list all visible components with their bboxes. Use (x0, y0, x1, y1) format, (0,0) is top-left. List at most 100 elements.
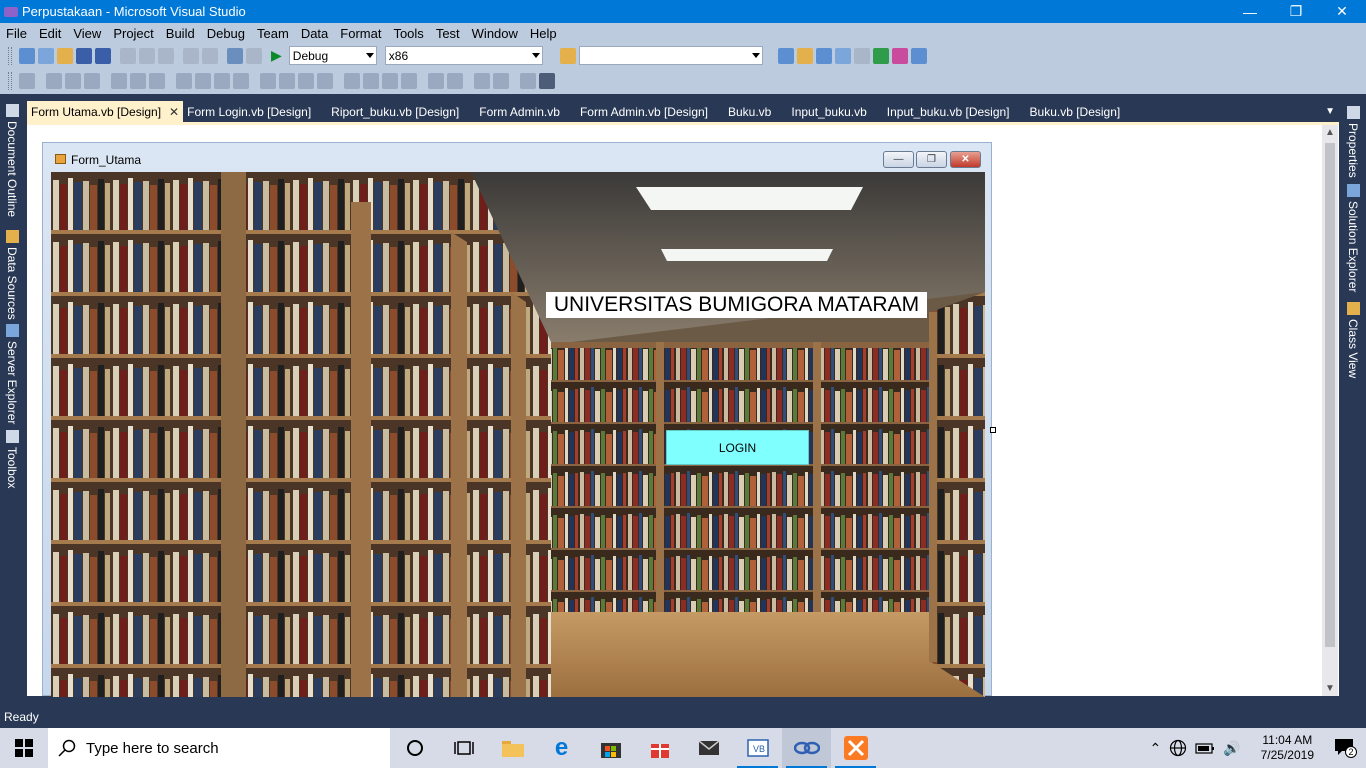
remove-horizontal-spacing-icon[interactable] (317, 73, 333, 89)
properties-tab[interactable]: Properties (1344, 106, 1362, 178)
add-item-icon[interactable] (38, 47, 54, 64)
new-project-icon[interactable] (19, 47, 35, 64)
menu-format[interactable]: Format (334, 26, 387, 41)
align-tops-icon[interactable] (111, 73, 127, 89)
solution-configuration-select[interactable]: Debug (288, 46, 377, 65)
bring-to-front-icon[interactable] (474, 73, 490, 89)
menu-edit[interactable]: Edit (33, 26, 67, 41)
start-page-icon[interactable] (872, 47, 889, 64)
tab-buku-code[interactable]: Buku.vb (724, 101, 787, 122)
form-minimize-button[interactable]: — (883, 151, 914, 168)
open-file-icon[interactable] (57, 47, 73, 64)
network-globe-icon[interactable] (1169, 739, 1187, 757)
gift-app-button[interactable] (635, 728, 684, 768)
toolbox-tab[interactable]: Toolbox (3, 430, 21, 488)
extension-manager-icon[interactable] (891, 47, 908, 64)
align-centers-icon[interactable] (65, 73, 81, 89)
toolbar-grip[interactable] (8, 72, 12, 90)
start-button[interactable] (0, 728, 48, 768)
login-button[interactable]: LOGIN (666, 430, 809, 465)
tab-overflow-icon[interactable]: ▼ (1325, 106, 1335, 117)
taskbar-clock[interactable]: 11:04 AM 7/25/2019 (1261, 733, 1314, 763)
find-in-files-icon[interactable] (559, 47, 576, 64)
scrollbar-thumb[interactable] (1325, 143, 1335, 647)
paste-icon[interactable] (158, 47, 174, 64)
form-resize-handle[interactable] (990, 427, 996, 433)
remove-vertical-spacing-icon[interactable] (401, 73, 417, 89)
save-all-icon[interactable] (95, 47, 111, 64)
center-horizontally-icon[interactable] (428, 73, 444, 89)
menu-view[interactable]: View (67, 26, 107, 41)
mail-button[interactable] (684, 728, 733, 768)
menu-test[interactable]: Test (430, 26, 466, 41)
find-combo[interactable] (578, 46, 763, 65)
menu-project[interactable]: Project (107, 26, 159, 41)
decrease-vertical-spacing-icon[interactable] (382, 73, 398, 89)
minimize-icon[interactable]: — (1227, 0, 1273, 23)
vertical-spacing-icon[interactable] (344, 73, 360, 89)
form-close-button[interactable]: ✕ (950, 151, 981, 168)
center-vertically-icon[interactable] (447, 73, 463, 89)
copy-icon[interactable] (139, 47, 155, 64)
data-sources-tab[interactable]: Data Sources (3, 230, 21, 320)
file-explorer-button[interactable] (488, 728, 537, 768)
menu-debug[interactable]: Debug (201, 26, 251, 41)
close-icon[interactable]: ✕ (169, 105, 179, 119)
align-middles-icon[interactable] (130, 73, 146, 89)
toolbox-icon[interactable] (834, 47, 851, 64)
class-view-tab[interactable]: Class View (1344, 302, 1362, 378)
lock-controls-icon[interactable] (539, 73, 555, 89)
tab-form-login-design[interactable]: Form Login.vb [Design] (183, 101, 327, 122)
xampp-button[interactable] (831, 728, 880, 768)
close-icon[interactable]: ✕ (1319, 0, 1365, 23)
battery-icon[interactable] (1195, 742, 1215, 754)
menu-team[interactable]: Team (251, 26, 295, 41)
horizontal-spacing-icon[interactable] (260, 73, 276, 89)
tab-buku-design[interactable]: Buku.vb [Design] (1026, 101, 1137, 122)
visual-studio-button[interactable] (782, 728, 831, 768)
undo-icon[interactable] (183, 47, 199, 64)
toolbar-grip[interactable] (8, 46, 12, 65)
form-maximize-button[interactable]: ❐ (916, 151, 947, 168)
tab-input-buku-design[interactable]: Input_buku.vb [Design] (883, 101, 1026, 122)
menu-file[interactable]: File (0, 26, 33, 41)
object-browser-icon[interactable] (815, 47, 832, 64)
tab-form-admin-code[interactable]: Form Admin.vb (475, 101, 576, 122)
action-center-button[interactable]: 2 (1334, 736, 1358, 760)
make-same-size-icon[interactable] (214, 73, 230, 89)
tab-form-admin-design[interactable]: Form Admin.vb [Design] (576, 101, 724, 122)
start-debugging-icon[interactable]: ▶ (271, 47, 282, 64)
make-same-width-icon[interactable] (176, 73, 192, 89)
vb-express-button[interactable]: VB (733, 728, 782, 768)
show-hidden-icons-icon[interactable]: ⌃ (1149, 740, 1161, 757)
menu-build[interactable]: Build (160, 26, 201, 41)
tools-icon[interactable] (853, 47, 870, 64)
edge-button[interactable]: e (537, 728, 586, 768)
tab-order-icon[interactable] (520, 73, 536, 89)
increase-horizontal-spacing-icon[interactable] (279, 73, 295, 89)
volume-icon[interactable]: 🔊 (1223, 740, 1240, 757)
align-to-grid-icon[interactable] (19, 73, 35, 89)
command-window-icon[interactable] (910, 47, 927, 64)
scroll-up-icon[interactable]: ▲ (1322, 127, 1338, 138)
tab-input-buku-code[interactable]: Input_buku.vb (787, 101, 882, 122)
increase-vertical-spacing-icon[interactable] (363, 73, 379, 89)
menu-window[interactable]: Window (466, 26, 524, 41)
align-rights-icon[interactable] (84, 73, 100, 89)
make-same-height-icon[interactable] (195, 73, 211, 89)
align-lefts-icon[interactable] (46, 73, 62, 89)
designer-vertical-scrollbar[interactable]: ▲ ▼ (1322, 125, 1338, 696)
menu-tools[interactable]: Tools (387, 26, 429, 41)
taskbar-search-box[interactable]: Type here to search (48, 728, 390, 768)
align-bottoms-icon[interactable] (149, 73, 165, 89)
cut-icon[interactable] (120, 47, 136, 64)
form-client-area[interactable]: UNIVERSITAS BUMIGORA MATARAM LOGIN (51, 172, 985, 697)
restore-icon[interactable]: ❐ (1273, 0, 1319, 23)
store-button[interactable] (586, 728, 635, 768)
decrease-horizontal-spacing-icon[interactable] (298, 73, 314, 89)
properties-icon[interactable] (796, 47, 813, 64)
menu-data[interactable]: Data (295, 26, 334, 41)
scroll-down-icon[interactable]: ▼ (1322, 683, 1338, 694)
cortana-button[interactable] (390, 728, 439, 768)
solution-platform-select[interactable]: x86 (384, 46, 543, 65)
